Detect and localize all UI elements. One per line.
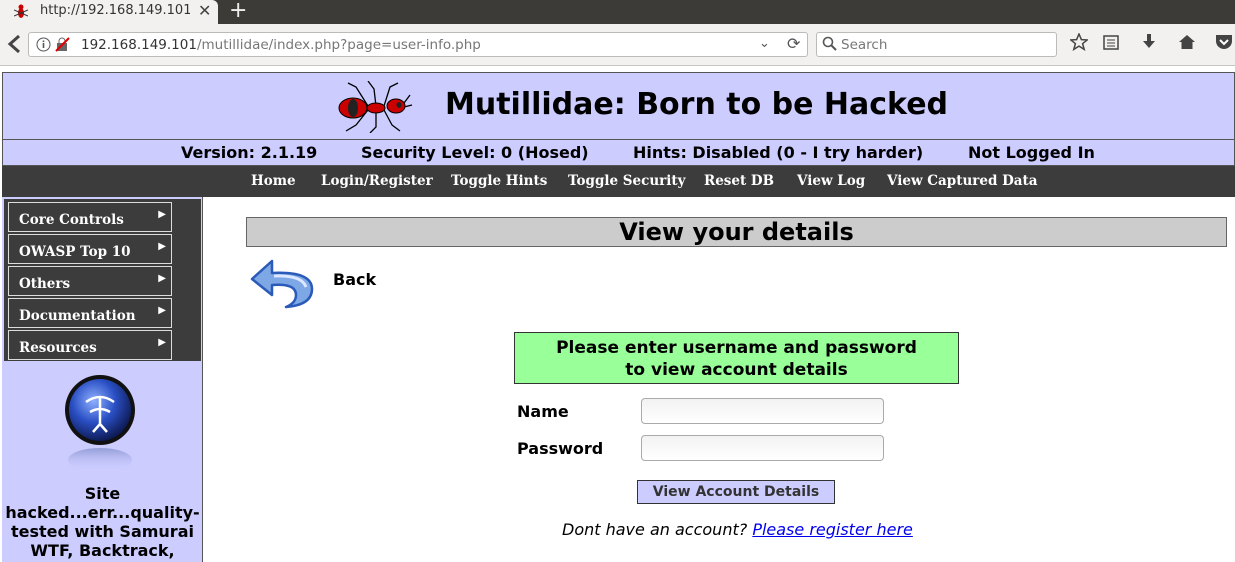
sidebar-item-label: Resources — [19, 340, 97, 356]
arrow-right-icon: ▶ — [158, 337, 166, 348]
url-text: 192.168.149.101/mutillidae/index.php?pag… — [81, 37, 481, 53]
sidebar-item-others[interactable]: Others ▶ — [8, 266, 172, 296]
arrow-right-icon: ▶ — [158, 241, 166, 252]
top-menu: Home Login/Register Toggle Hints Toggle … — [2, 166, 1235, 197]
new-tab-icon[interactable]: + — [229, 0, 247, 23]
ant-favicon-icon — [13, 4, 29, 24]
sidebar: Core Controls ▶ OWASP Top 10 ▶ Others ▶ Doc… — [2, 197, 203, 562]
owasp-logo-icon[interactable] — [60, 372, 140, 476]
back-arrow-icon[interactable] — [5, 33, 23, 59]
chevron-down-icon[interactable]: ⌄ — [759, 36, 770, 51]
menu-login-register[interactable]: Login/Register — [321, 173, 433, 189]
sidebar-item-label: OWASP Top 10 — [19, 244, 131, 260]
sidebar-item-core-controls[interactable]: Core Controls ▶ — [8, 202, 172, 232]
register-prompt: Dont have an account? Please register he… — [562, 520, 913, 539]
search-icon — [822, 36, 837, 55]
arrow-right-icon: ▶ — [158, 209, 166, 220]
password-label: Password — [517, 439, 604, 458]
hints-label: Hints: Disabled (0 - I try harder) — [633, 143, 924, 162]
page-title: View your details — [246, 217, 1227, 247]
browser-tab-bar: http://192.168.149.101 ✕ + — [0, 0, 1235, 24]
name-field[interactable] — [641, 398, 884, 424]
ant-logo-icon — [338, 80, 413, 137]
status-bar: Version: 2.1.19 Security Level: 0 (Hosed… — [2, 140, 1235, 166]
back-arrow-icon[interactable] — [250, 255, 316, 319]
search-bar[interactable]: Search — [816, 32, 1057, 57]
arrow-right-icon: ▶ — [158, 305, 166, 316]
reload-icon[interactable]: ⟳ — [787, 34, 800, 53]
menu-home[interactable]: Home — [251, 173, 296, 189]
navigation-toolbar: 192.168.149.101/mutillidae/index.php?pag… — [0, 24, 1235, 66]
login-prompt-box: Please enter username and password to vi… — [514, 332, 959, 384]
sidebar-menu: Core Controls ▶ OWASP Top 10 ▶ Others ▶ Doc… — [4, 199, 201, 361]
view-account-details-button[interactable]: View Account Details — [637, 480, 835, 504]
search-placeholder: Search — [841, 37, 888, 53]
menu-view-log[interactable]: View Log — [797, 173, 865, 189]
browser-tab[interactable]: http://192.168.149.101 ✕ — [0, 0, 218, 24]
menu-toggle-hints[interactable]: Toggle Hints — [451, 173, 547, 189]
register-link[interactable]: Please register here — [752, 520, 913, 539]
sidebar-credits-text: Site hacked...err...quality-tested with … — [5, 484, 200, 560]
home-icon[interactable] — [1178, 33, 1196, 55]
sidebar-item-owasp-top-10[interactable]: OWASP Top 10 ▶ — [8, 234, 172, 264]
version-label: Version: 2.1.19 — [181, 143, 318, 162]
sidebar-item-resources[interactable]: Resources ▶ — [8, 330, 172, 360]
prompt-line-1: Please enter username and password — [556, 338, 917, 358]
security-level-label: Security Level: 0 (Hosed) — [361, 143, 589, 162]
url-bar[interactable]: 192.168.149.101/mutillidae/index.php?pag… — [28, 32, 808, 57]
login-status-label: Not Logged In — [968, 143, 1095, 162]
reading-list-icon[interactable] — [1102, 33, 1120, 55]
sidebar-item-label: Core Controls — [19, 212, 124, 228]
close-tab-icon[interactable]: ✕ — [198, 1, 211, 20]
arrow-right-icon: ▶ — [158, 273, 166, 284]
site-title: Mutillidae: Born to be Hacked — [445, 87, 949, 122]
info-icon[interactable] — [36, 37, 51, 56]
menu-view-captured-data[interactable]: View Captured Data — [887, 173, 1038, 189]
download-icon[interactable] — [1140, 33, 1158, 55]
prompt-line-2: to view account details — [625, 360, 848, 380]
insecure-lock-icon — [55, 37, 70, 56]
tab-title: http://192.168.149.101 — [40, 3, 190, 18]
register-text: Dont have an account? — [562, 520, 753, 539]
site-header: Mutillidae: Born to be Hacked — [2, 72, 1235, 140]
menu-reset-db[interactable]: Reset DB — [704, 173, 774, 189]
sidebar-item-label: Documentation — [19, 308, 136, 324]
bookmark-star-icon[interactable] — [1068, 32, 1090, 55]
password-field[interactable] — [641, 435, 884, 461]
back-link[interactable]: Back — [333, 270, 376, 289]
sidebar-item-documentation[interactable]: Documentation ▶ — [8, 298, 172, 328]
name-label: Name — [517, 402, 569, 421]
pocket-icon[interactable] — [1214, 33, 1234, 55]
sidebar-item-label: Others — [19, 276, 71, 292]
menu-toggle-security[interactable]: Toggle Security — [568, 173, 686, 189]
